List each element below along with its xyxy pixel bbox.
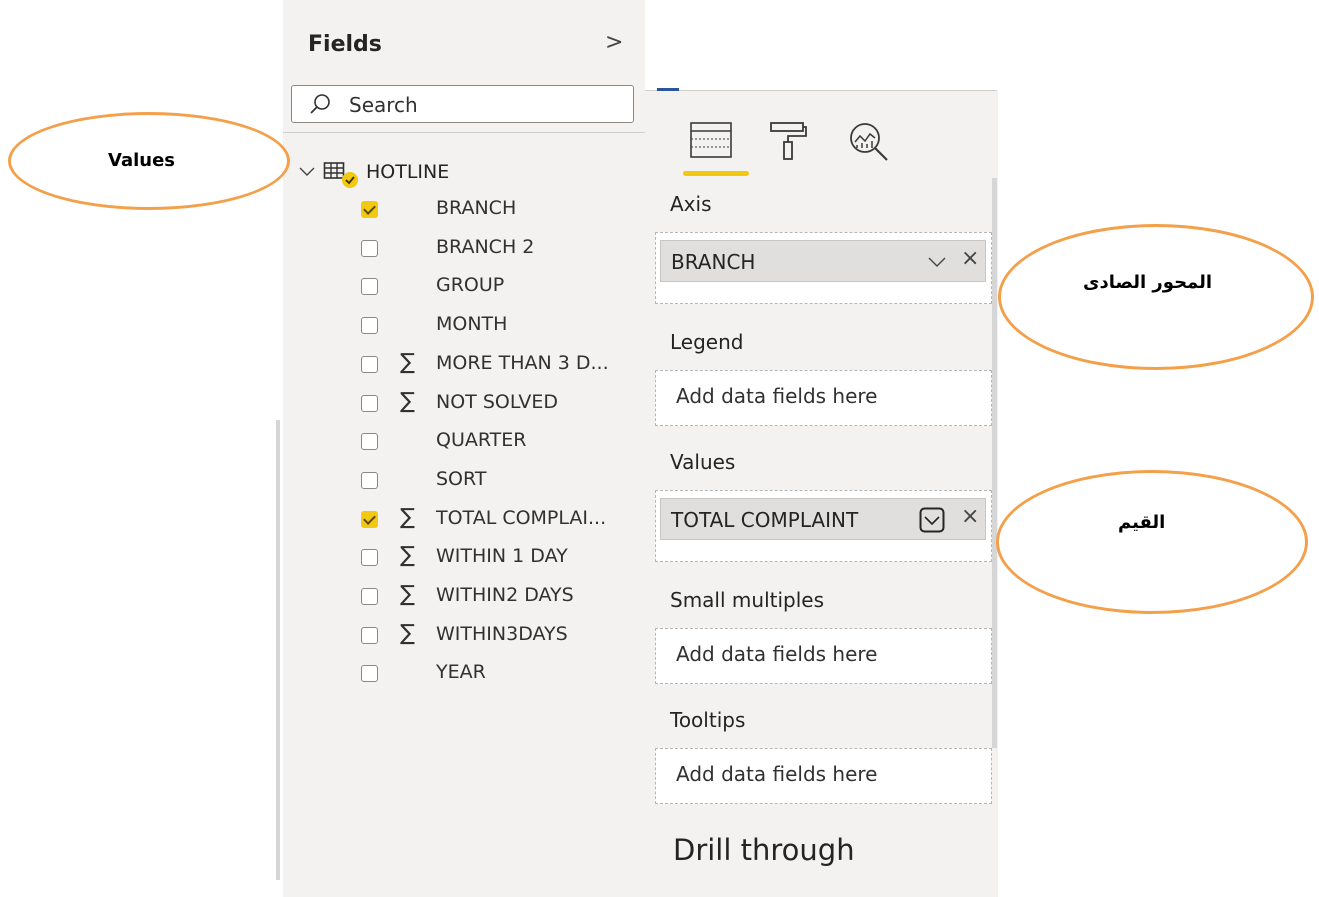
divider [283,132,645,133]
field-row[interactable]: ∑ WITHIN 1 DAY [355,541,645,577]
field-row[interactable]: ∑ WITHIN3DAYS [355,619,645,655]
remove-field-close-icon[interactable]: × [961,504,979,529]
fields-pane-title: Fields [308,32,382,57]
field-checkbox[interactable] [361,239,378,257]
field-checkbox[interactable] [361,665,378,683]
axis-well-title: Axis [670,192,712,216]
sigma-icon: ∑ [400,620,415,646]
field-label: MONTH [436,313,508,336]
paint-roller-icon[interactable] [768,120,808,162]
field-label: QUARTER [436,429,527,452]
drill-through-heading: Drill through [673,833,855,867]
visualizations-pane-header [645,90,997,99]
active-tab-indicator [683,171,749,176]
annotation-axis-arabic-label: المحور الصادى [1083,272,1213,293]
fields-tab-icon[interactable] [688,120,734,162]
sigma-icon: ∑ [400,504,415,530]
small-multiples-well[interactable]: Add data fields here [655,628,992,684]
table-name-hotline[interactable]: HOTLINE [366,161,449,183]
field-row[interactable]: BRANCH 2 [355,232,645,268]
field-checkbox[interactable] [361,394,378,412]
field-checkbox[interactable] [361,201,378,218]
legend-well[interactable]: Add data fields here [655,370,992,426]
field-label: WITHIN 1 DAY [436,545,568,568]
sigma-icon: ∑ [400,582,415,607]
tooltips-well[interactable]: Add data fields here [655,748,992,804]
analytics-magnifier-icon[interactable] [847,120,891,162]
field-label: SORT [436,467,487,490]
fields-scrollbar[interactable] [276,420,280,880]
collapse-pane-chevron-icon[interactable]: > [605,30,623,55]
field-checkbox[interactable] [361,471,378,489]
axis-field-label: BRANCH [671,250,756,274]
tooltips-well-title: Tooltips [670,708,746,732]
annotation-ellipse-axis [998,224,1314,370]
small-multiples-well-placeholder: Add data fields here [676,642,878,666]
values-well[interactable]: TOTAL COMPLAINT × [655,490,992,562]
search-icon [310,94,330,114]
field-row[interactable]: QUARTER [355,425,645,461]
fields-search-input[interactable] [291,85,634,123]
annotation-ellipse-values-arabic [996,470,1308,614]
field-row[interactable]: ∑ MORE THAN 3 D... [355,348,645,384]
chevron-down-icon[interactable] [298,162,316,180]
field-row[interactable]: MONTH [355,309,645,345]
field-label: TOTAL COMPLAI... [436,506,607,529]
field-row[interactable]: BRANCH [355,193,645,229]
field-checkbox[interactable] [361,626,378,644]
sigma-icon: ∑ [400,388,415,414]
field-checkbox[interactable] [361,317,378,335]
small-multiples-well-title: Small multiples [670,588,824,612]
remove-field-close-icon[interactable]: × [961,246,979,271]
tooltips-well-placeholder: Add data fields here [676,762,878,786]
table-in-use-check-icon [342,172,358,188]
field-label: YEAR [436,661,486,684]
field-label: BRANCH 2 [436,235,535,258]
annotation-values-arabic-label: القيم [1118,512,1166,533]
pane-tab-marker [657,88,679,91]
chevron-down-icon[interactable] [919,507,945,533]
field-label: BRANCH [436,197,517,219]
field-row[interactable]: SORT [355,464,645,500]
sigma-icon: ∑ [400,543,415,569]
field-label: WITHIN3DAYS [436,622,568,645]
field-label: MORE THAN 3 D... [436,351,609,374]
search-placeholder: Search [349,93,418,117]
legend-well-title: Legend [670,330,744,354]
field-row[interactable]: ∑ NOT SOLVED [355,387,645,423]
field-checkbox[interactable] [361,549,378,567]
annotation-values-label: Values [108,150,175,171]
field-label: GROUP [436,274,505,297]
values-field-chip[interactable]: TOTAL COMPLAINT × [660,498,986,540]
field-checkbox[interactable] [361,433,378,451]
field-checkbox[interactable] [361,278,378,296]
field-checkbox[interactable] [361,588,378,605]
field-label: NOT SOLVED [436,390,558,413]
field-checkbox[interactable] [361,355,378,373]
field-row[interactable]: ∑ WITHIN2 DAYS [355,580,645,616]
chevron-down-icon[interactable] [927,252,947,272]
values-field-label: TOTAL COMPLAINT [671,508,859,532]
visualizations-scrollbar[interactable] [992,178,997,748]
axis-well[interactable]: BRANCH × [655,232,992,304]
values-well-title: Values [670,450,736,474]
legend-well-placeholder: Add data fields here [676,384,878,408]
field-row[interactable]: GROUP [355,270,645,306]
field-row[interactable]: ∑ TOTAL COMPLAI... [355,503,645,539]
field-label: WITHIN2 DAYS [436,584,574,606]
sigma-icon: ∑ [400,349,415,375]
field-row[interactable]: YEAR [355,657,645,693]
axis-field-chip[interactable]: BRANCH × [660,240,986,282]
field-checkbox[interactable] [361,510,378,528]
